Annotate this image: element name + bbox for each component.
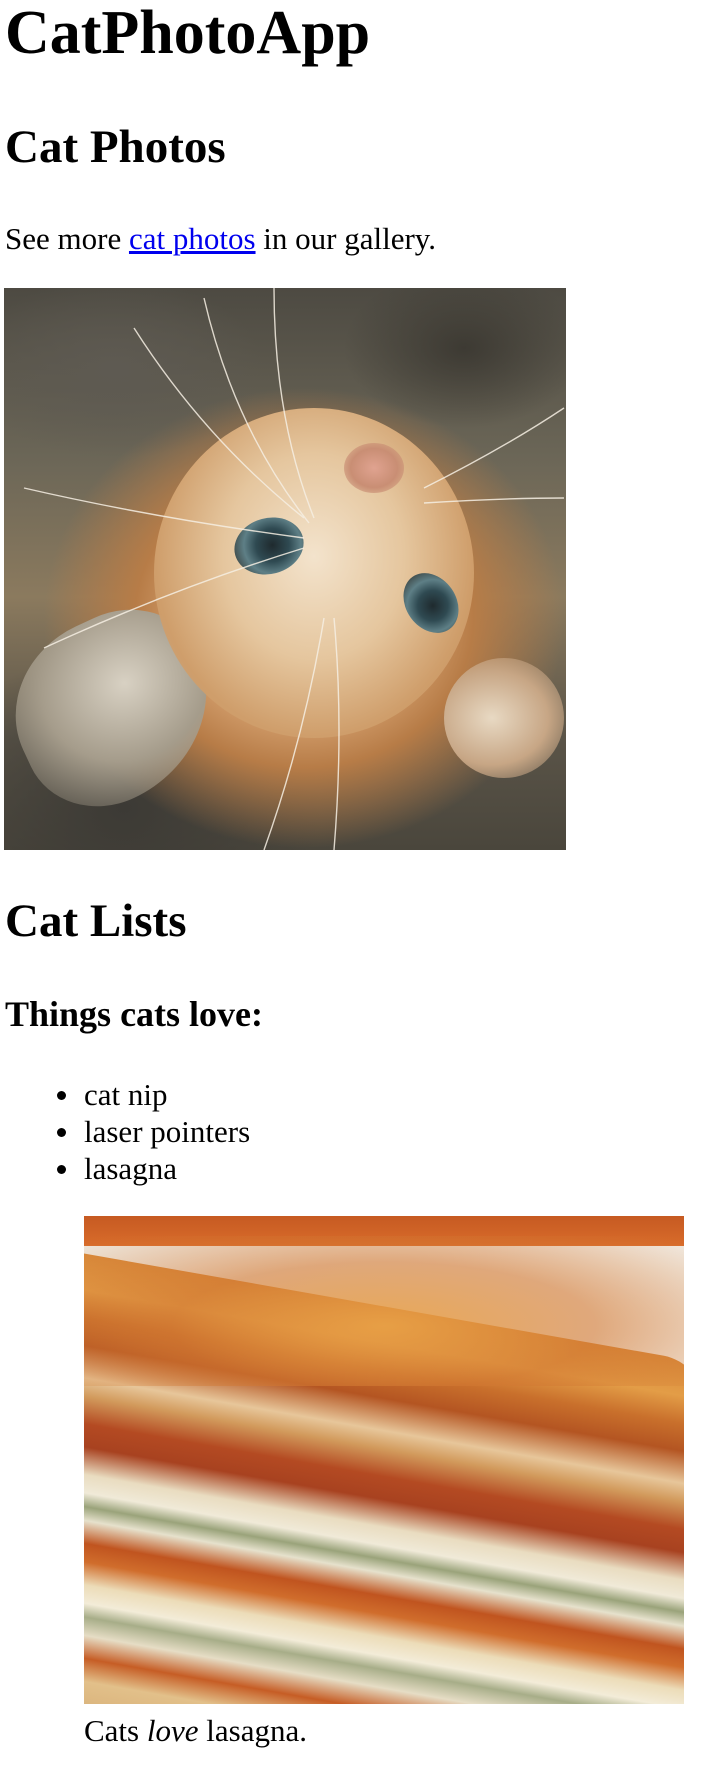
list-item: laser pointers: [0, 1113, 250, 1150]
app-title: CatPhotoApp: [5, 0, 371, 67]
kitten-image-link[interactable]: [4, 288, 566, 850]
list-item-label: laser pointers: [84, 1114, 251, 1149]
cat-photos-heading: Cat Photos: [5, 121, 226, 173]
bullet-icon: [57, 1091, 66, 1100]
kitten-whiskers: [23, 288, 565, 850]
gallery-text: See more cat photos in our gallery.: [5, 220, 436, 257]
caption-prefix: Cats: [84, 1713, 147, 1748]
gallery-text-suffix: in our gallery.: [255, 221, 437, 256]
gallery-text-prefix: See more: [5, 221, 129, 256]
things-cats-love-list: cat nip laser pointers lasagna: [0, 1076, 250, 1187]
bullet-icon: [57, 1128, 66, 1137]
lasagna-crust: [84, 1236, 684, 1386]
list-item-label: lasagna: [84, 1151, 177, 1186]
cat-photos-link[interactable]: cat photos: [129, 221, 256, 256]
caption-emphasis: love: [146, 1713, 199, 1748]
caption-suffix: lasagna.: [198, 1713, 307, 1748]
bullet-icon: [57, 1165, 66, 1174]
list-item: cat nip: [0, 1076, 250, 1113]
things-cats-love-heading: Things cats love:: [5, 994, 264, 1034]
page: CatPhotoApp Cat Photos See more cat phot…: [0, 0, 726, 1772]
list-item: lasagna: [0, 1150, 250, 1187]
cat-lists-heading: Cat Lists: [5, 895, 187, 947]
list-item-label: cat nip: [84, 1077, 168, 1112]
lasagna-image: [84, 1216, 684, 1704]
lasagna-caption: Cats love lasagna.: [84, 1712, 307, 1749]
